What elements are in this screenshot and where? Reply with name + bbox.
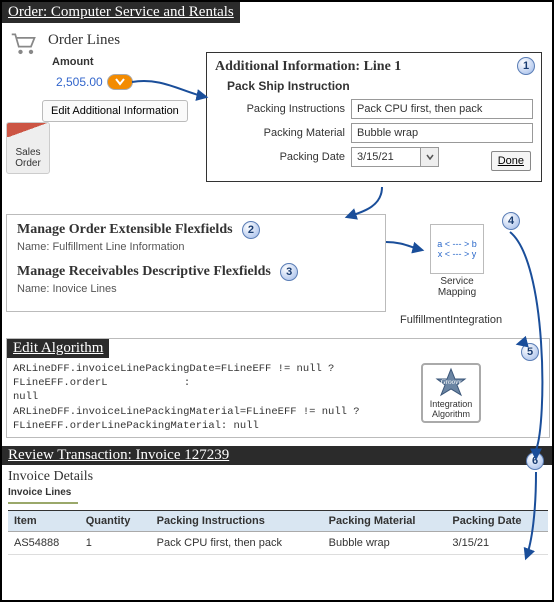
additional-info-title: Additional Information: Line 1 (215, 59, 533, 75)
sales-order-label: Sales Order (7, 147, 49, 169)
manage-receivables-flex-sub: Name: Inovice Lines (17, 283, 375, 295)
cell-packing-date: 3/15/21 (446, 532, 548, 555)
review-transaction-title: Review Transaction: Invoice 127239 (2, 446, 554, 465)
date-picker-button[interactable] (421, 147, 439, 167)
col-packing-material: Packing Material (323, 511, 447, 532)
packing-instructions-input[interactable]: Pack CPU first, then pack (351, 99, 533, 119)
step-badge-4: 4 (502, 212, 520, 230)
additional-info-panel: 1 Additional Information: Line 1 Pack Sh… (206, 52, 542, 182)
done-button[interactable]: Done (491, 151, 531, 171)
integration-algorithm-label: Integration Algorithm (423, 399, 479, 419)
step-badge-1: 1 (517, 57, 535, 75)
step-badge-3: 3 (280, 263, 298, 281)
table-row: AS54888 1 Pack CPU first, then pack Bubb… (8, 532, 548, 555)
manage-order-flex-heading: Manage Order Extensible Flexfields (17, 222, 233, 237)
edit-algorithm-panel: Edit Algorithm 5 ARLineDFF.invoiceLinePa… (6, 338, 550, 438)
amount-dropdown-button[interactable] (107, 74, 133, 90)
cell-packing-material: Bubble wrap (323, 532, 447, 555)
groovy-star-icon: Groovy (431, 367, 471, 397)
amount-value: 2,505.00 (56, 75, 103, 89)
packing-material-input[interactable]: Bubble wrap (351, 123, 533, 143)
algorithm-code: ARLineDFF.invoiceLinePackingDate=FLineEF… (7, 358, 427, 437)
accent-underline (8, 502, 78, 504)
chevron-down-icon (115, 78, 125, 86)
fulfillment-integration-label: FulfillmentIntegration (400, 314, 502, 326)
order-lines-heading: Order Lines (48, 32, 120, 49)
packing-instructions-label: Packing Instructions (227, 103, 345, 115)
col-item: Item (8, 511, 80, 532)
service-mapping-card: a < --- > b x < --- > y Service Mapping (422, 224, 492, 298)
chevron-down-icon (426, 154, 434, 160)
step-badge-5: 5 (521, 343, 539, 361)
col-packing-instructions: Packing Instructions (151, 511, 323, 532)
packing-material-label: Packing Material (227, 127, 345, 139)
cell-quantity: 1 (80, 532, 151, 555)
amount-label: Amount (52, 56, 94, 68)
packing-date-label: Packing Date (227, 151, 345, 163)
cell-packing-instructions: Pack CPU first, then pack (151, 532, 323, 555)
invoice-lines-label: Invoice Lines (8, 487, 548, 498)
cell-item: AS54888 (8, 532, 80, 555)
order-title: Order: Computer Service and Rentals (2, 2, 240, 23)
packing-date-input[interactable]: 3/15/21 (351, 147, 421, 167)
col-packing-date: Packing Date (446, 511, 548, 532)
integration-algorithm-card: Groovy Integration Algorithm (421, 363, 481, 423)
step-badge-2: 2 (242, 221, 260, 239)
step-badge-6: 6 (526, 452, 544, 470)
flexfields-panel: Manage Order Extensible Flexfields 2 Nam… (6, 214, 386, 312)
service-mapping-icon: a < --- > b x < --- > y (430, 224, 484, 274)
pack-ship-subtitle: Pack Ship Instruction (227, 79, 533, 93)
col-quantity: Quantity (80, 511, 151, 532)
review-transaction-section: Review Transaction: Invoice 127239 6 Inv… (2, 446, 554, 555)
cart-icon (10, 32, 38, 56)
edit-additional-button[interactable]: Edit Additional Information (42, 100, 188, 122)
service-mapping-label: Service Mapping (422, 276, 492, 298)
table-header-row: Item Quantity Packing Instructions Packi… (8, 511, 548, 532)
manage-order-flex-sub: Name: Fulfillment Line Information (17, 241, 375, 253)
manage-receivables-flex-heading: Manage Receivables Descriptive Flexfield… (17, 264, 271, 279)
invoice-details-heading: Invoice Details (8, 469, 548, 485)
sales-order-card: Sales Order (6, 122, 50, 174)
edit-algorithm-title: Edit Algorithm (7, 339, 109, 358)
svg-text:Groovy: Groovy (441, 378, 463, 386)
invoice-table: Item Quantity Packing Instructions Packi… (8, 510, 548, 555)
